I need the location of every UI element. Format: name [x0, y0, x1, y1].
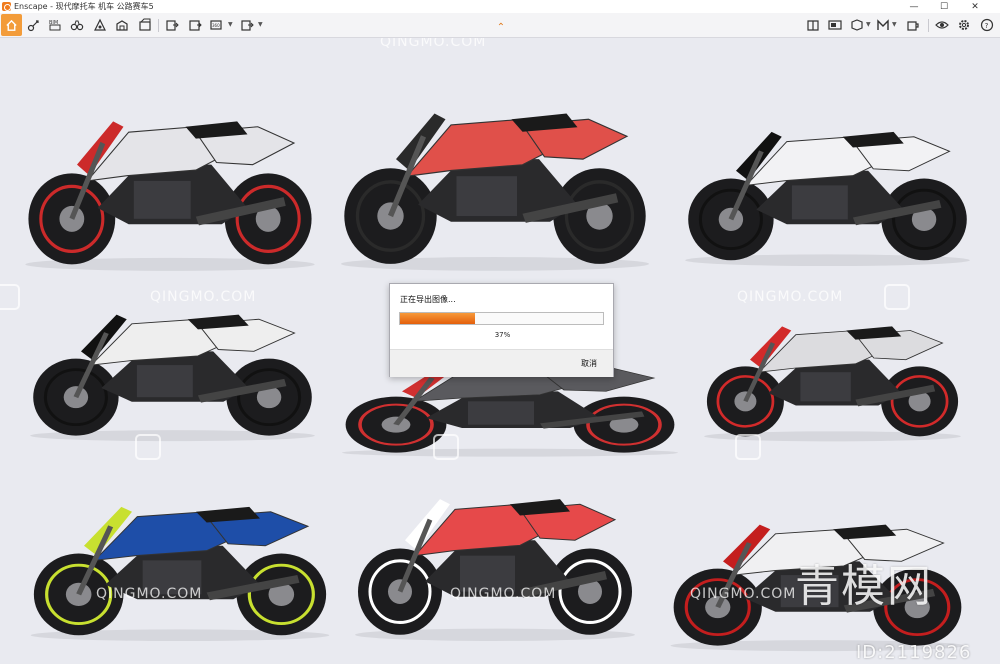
binoculars-icon[interactable]: [68, 16, 86, 34]
model-icon[interactable]: [874, 16, 892, 34]
visibility-icon[interactable]: [933, 16, 951, 34]
watermark-text: QINGMO.COM: [450, 586, 557, 602]
batch-render-icon[interactable]: [163, 16, 181, 34]
collapse-toolbar-icon[interactable]: ⌃: [495, 23, 507, 33]
watermark-text: QINGMO.COM: [737, 289, 844, 305]
enscape-logo-icon: [2, 2, 11, 11]
capture-icon[interactable]: [91, 16, 109, 34]
watermark-text: QINGMO.COM: [150, 289, 257, 305]
toolbar-separator: [928, 19, 929, 32]
brand-watermark: 青模网: [795, 561, 933, 612]
maximize-button[interactable]: ☐: [930, 0, 958, 13]
chevron-down-icon[interactable]: ▼: [228, 21, 233, 28]
watermark-logo: [735, 434, 761, 460]
materials-icon[interactable]: [136, 16, 154, 34]
watermark-logo: [135, 434, 161, 460]
chevron-down-icon[interactable]: ▼: [258, 21, 263, 28]
toolbar-separator: [158, 19, 159, 32]
watermark-text: QINGMO.COM: [690, 586, 797, 602]
settings-icon[interactable]: [955, 16, 973, 34]
motorcycle-model: [330, 68, 660, 273]
svg-text:360: 360: [212, 23, 220, 28]
panorama-gallery-icon[interactable]: [826, 16, 844, 34]
minimize-button[interactable]: —: [900, 0, 928, 13]
home-icon[interactable]: [1, 14, 22, 36]
motorcycle-model: [345, 458, 645, 643]
motorcycle-model: [20, 468, 340, 643]
watermark-text: QINGMO.COM: [380, 38, 487, 50]
close-button[interactable]: ✕: [961, 0, 989, 13]
bim-icon[interactable]: BIM: [46, 16, 64, 34]
chevron-down-icon[interactable]: ▼: [866, 21, 871, 28]
connect-icon[interactable]: [25, 16, 43, 34]
cancel-button[interactable]: 取消: [581, 358, 597, 369]
export-video-icon[interactable]: [238, 16, 256, 34]
views-icon[interactable]: [804, 16, 822, 34]
window-title: Enscape - 现代摩托车 机车 公路赛车5: [14, 2, 154, 11]
id-watermark: ID:2119826: [856, 642, 972, 663]
panorama-icon[interactable]: [186, 16, 204, 34]
watermark-text: QINGMO.COM: [96, 586, 203, 602]
progress-percent: 37%: [494, 331, 511, 339]
dialog-title: 正在导出图像...: [400, 295, 456, 304]
materials-editor-icon[interactable]: [904, 16, 922, 34]
watermark-logo: [884, 284, 910, 310]
motorcycle-model: [695, 293, 970, 443]
asset-library-icon[interactable]: [113, 16, 131, 34]
progress-fill: [400, 313, 476, 324]
chevron-down-icon[interactable]: ▼: [892, 21, 897, 28]
export-progress-dialog: 正在导出图像... 37% 取消: [389, 283, 614, 377]
progress-bar: [399, 312, 604, 325]
watermark-logo: [0, 284, 20, 310]
svg-text:?: ?: [985, 22, 989, 30]
watermark-logo: [433, 434, 459, 460]
motorcycle-model: [675, 93, 980, 268]
capture-view-icon[interactable]: [848, 16, 866, 34]
help-icon[interactable]: ?: [978, 16, 996, 34]
title-bar: Enscape - 现代摩托车 机车 公路赛车5 — ☐ ✕: [0, 0, 1000, 13]
motorcycle-model: [15, 78, 325, 273]
export-icon[interactable]: 360: [208, 16, 226, 34]
dialog-footer: 取消: [390, 349, 613, 377]
